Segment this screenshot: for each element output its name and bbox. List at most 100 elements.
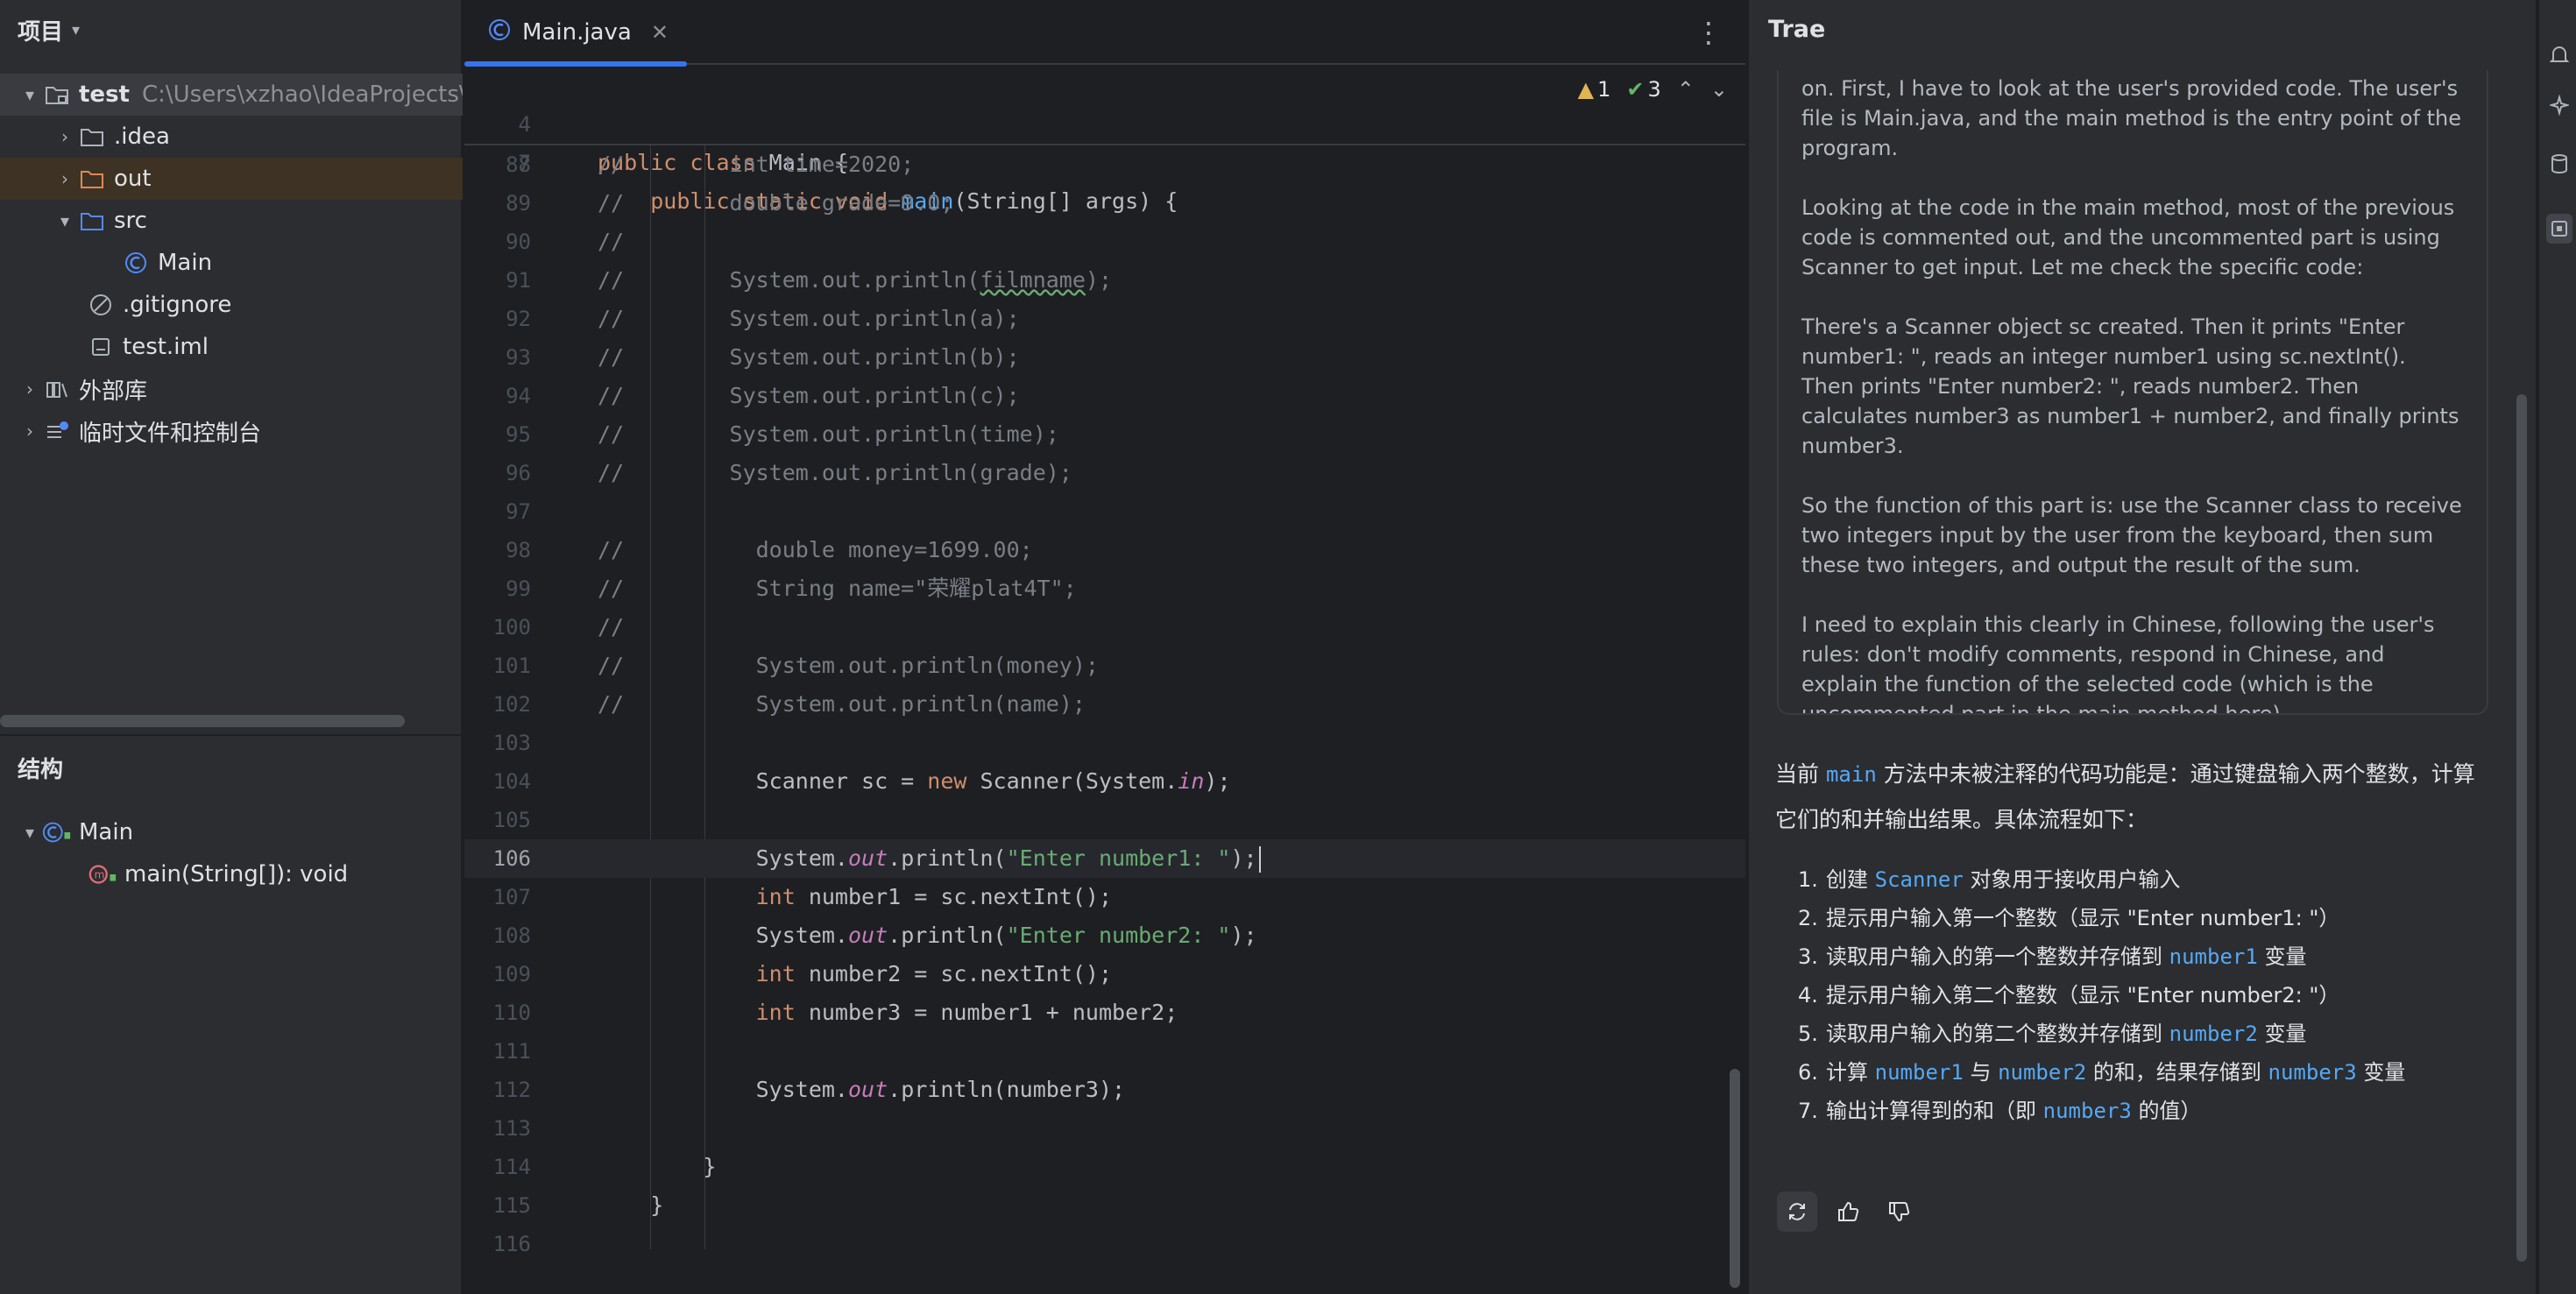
chevron-down-icon[interactable]: ⌄ — [1710, 77, 1728, 102]
chevron-right-icon[interactable]: › — [53, 168, 77, 189]
code-line[interactable]: 101 // System.out.println(money); — [464, 647, 1745, 685]
inspection-widget[interactable]: ▲ 1 ✔ 3 ⌃ ⌄ — [1578, 77, 1728, 102]
warnings-count: 1 — [1597, 77, 1611, 102]
line-number: 99 — [506, 576, 531, 601]
tree-item-src[interactable]: ▾ src — [0, 200, 463, 242]
line-number: 106 — [492, 846, 531, 871]
method-icon: m — [88, 861, 117, 887]
warning-indicator[interactable]: ▲ 1 — [1578, 77, 1611, 102]
thumbs-up-icon — [1838, 1201, 1859, 1221]
code-line[interactable]: 100 // — [464, 608, 1745, 647]
code-line[interactable]: 115 } — [464, 1186, 1745, 1225]
structure-item-label: main(String[]): void — [124, 861, 349, 887]
step-text: 提示用户输入第一个整数（显示 "Enter number1: "） — [1826, 906, 2340, 930]
tree-item-external-libraries[interactable]: › 外部库 — [0, 368, 463, 410]
tree-item-test-iml[interactable]: test.iml — [0, 326, 463, 368]
sticky-line[interactable]: 7 public static void main(String[] args)… — [464, 105, 1745, 214]
code-line[interactable]: 110 int number3 = number1 + number2; — [464, 993, 1745, 1032]
structure-item-main[interactable]: ▾ Main — [0, 811, 463, 853]
tree-item-idea[interactable]: › .idea — [0, 116, 463, 158]
code-line[interactable]: 91 // System.out.println(filmname); — [464, 261, 1745, 300]
code-line[interactable]: 116 — [464, 1225, 1745, 1263]
code-line[interactable]: 104 Scanner sc = new Scanner(System.in); — [464, 762, 1745, 801]
tool-window-button-trae[interactable] — [2546, 214, 2572, 244]
sticky-line[interactable]: 4 public class Main { — [464, 67, 1745, 175]
chevron-down-icon[interactable]: ▾ — [72, 21, 80, 39]
code-line[interactable]: 105 — [464, 801, 1745, 839]
line-number: 95 — [506, 422, 531, 447]
code-text: // System.out.println(filmname); — [598, 267, 1113, 293]
tree-item-test[interactable]: ▾ test C:\Users\xzhao\IdeaProjects\test — [0, 74, 463, 116]
project-panel-header[interactable]: 项目 ▾ — [18, 16, 80, 46]
code-line[interactable]: 103 — [464, 724, 1745, 762]
code-line[interactable]: 107 int number1 = sc.nextInt(); — [464, 878, 1745, 916]
chevron-right-icon[interactable]: › — [53, 126, 77, 147]
reasoning-paragraph: I need to explain this clearly in Chines… — [1801, 612, 2435, 715]
list-number: 3. — [1798, 944, 1818, 969]
step-text: 输出计算得到的和（即 — [1826, 1099, 2036, 1123]
code-line[interactable]: 112 System.out.println(number3); — [464, 1071, 1745, 1109]
code-editor[interactable]: Main.java ✕ ⋮ 4 public class Main { 7 pu… — [464, 0, 1745, 1294]
tool-window-button[interactable] — [2546, 149, 2572, 179]
folder-icon — [77, 124, 107, 150]
thumbs-up-button[interactable] — [1828, 1191, 1868, 1232]
chevron-down-icon[interactable]: ▾ — [18, 84, 42, 105]
java-class-icon — [121, 250, 151, 276]
answer-intro: 当前 main 方法中未被注释的代码功能是：通过键盘输入两个整数，计算它们的和并… — [1775, 752, 2494, 843]
chevron-down-icon[interactable]: ▾ — [18, 822, 42, 843]
reasoning-box[interactable]: on. First, I have to look at the user's … — [1777, 70, 2488, 715]
tab-main-java[interactable]: Main.java ✕ — [464, 0, 687, 67]
close-icon[interactable]: ✕ — [651, 20, 669, 45]
tree-item-gitignore[interactable]: .gitignore — [0, 284, 463, 326]
tree-item-out[interactable]: › out — [0, 158, 463, 200]
code-line[interactable]: 102 // System.out.println(name); — [464, 685, 1745, 724]
code-line[interactable]: 90 // — [464, 223, 1745, 261]
check-icon: ✔ — [1626, 77, 1645, 102]
more-options-icon[interactable]: ⋮ — [1695, 16, 1723, 49]
thumbs-down-button[interactable] — [1879, 1191, 1919, 1232]
regenerate-button[interactable] — [1777, 1191, 1817, 1232]
code-line[interactable]: 93 // System.out.println(b); — [464, 338, 1745, 377]
code-text: // System.out.println(name); — [598, 691, 1086, 717]
line-number: 103 — [492, 731, 531, 755]
code-line[interactable]: 108 System.out.println("Enter number2: "… — [464, 916, 1745, 955]
step-text: 变量 — [2363, 1060, 2406, 1085]
code-line[interactable]: 92 // System.out.println(a); — [464, 300, 1745, 338]
code-text: // System.out.println(c); — [598, 383, 1020, 408]
code-line[interactable]: 111 — [464, 1032, 1745, 1071]
code-line[interactable]: 96 // System.out.println(grade); — [464, 454, 1745, 492]
line-number: 93 — [506, 345, 531, 370]
code-line[interactable]: 114 } — [464, 1148, 1745, 1186]
list-item: 1. 创建 Scanner 对象用于接收用户输入 — [1798, 860, 2516, 899]
code-line[interactable]: 94 // System.out.println(c); — [464, 377, 1745, 415]
structure-item-main-method[interactable]: m main(String[]): void — [0, 853, 463, 895]
chevron-down-icon[interactable]: ▾ — [53, 210, 77, 231]
code-area[interactable]: 88 // int time=2020; 89 // double grade=9.… — [464, 145, 1745, 1294]
code-text: // — [598, 614, 625, 640]
code-line[interactable]: 113 — [464, 1109, 1745, 1148]
vertical-scrollbar[interactable] — [2516, 394, 2527, 1262]
code-line[interactable]: 98 // double money=1699.00; — [464, 531, 1745, 569]
tool-window-button[interactable] — [2546, 40, 2572, 70]
line-number: 89 — [506, 191, 531, 216]
chevron-right-icon[interactable]: › — [18, 378, 42, 400]
chevron-right-icon[interactable]: › — [18, 421, 42, 442]
horizontal-scrollbar[interactable] — [0, 715, 405, 727]
code-line[interactable]: 88 // int time=2020; — [464, 145, 1745, 184]
vertical-scrollbar[interactable] — [1730, 1069, 1740, 1288]
tool-window-button[interactable] — [2546, 91, 2572, 121]
code-line[interactable]: 97 — [464, 492, 1745, 531]
chevron-up-icon[interactable]: ⌃ — [1677, 77, 1695, 102]
tree-item-scratches[interactable]: › 临时文件和控制台 — [0, 410, 463, 452]
code-line[interactable]: 99 // String name="荣耀plat4T"; — [464, 569, 1745, 608]
code-text: int number1 = sc.nextInt(); — [755, 884, 1113, 909]
code-line-current[interactable]: 106 System.out.println("Enter number1: "… — [464, 839, 1745, 878]
right-tool-strip — [2537, 0, 2576, 1294]
inline-code: number1 — [1874, 1060, 1964, 1085]
code-line[interactable]: 95 // System.out.println(time); — [464, 415, 1745, 454]
tree-item-main[interactable]: Main — [0, 242, 463, 284]
checks-indicator[interactable]: ✔ 3 — [1626, 77, 1660, 102]
code-line[interactable]: 89 // double grade=9.0; — [464, 184, 1745, 223]
structure-item-label: Main — [79, 819, 134, 845]
code-line[interactable]: 109 int number2 = sc.nextInt(); — [464, 955, 1745, 993]
